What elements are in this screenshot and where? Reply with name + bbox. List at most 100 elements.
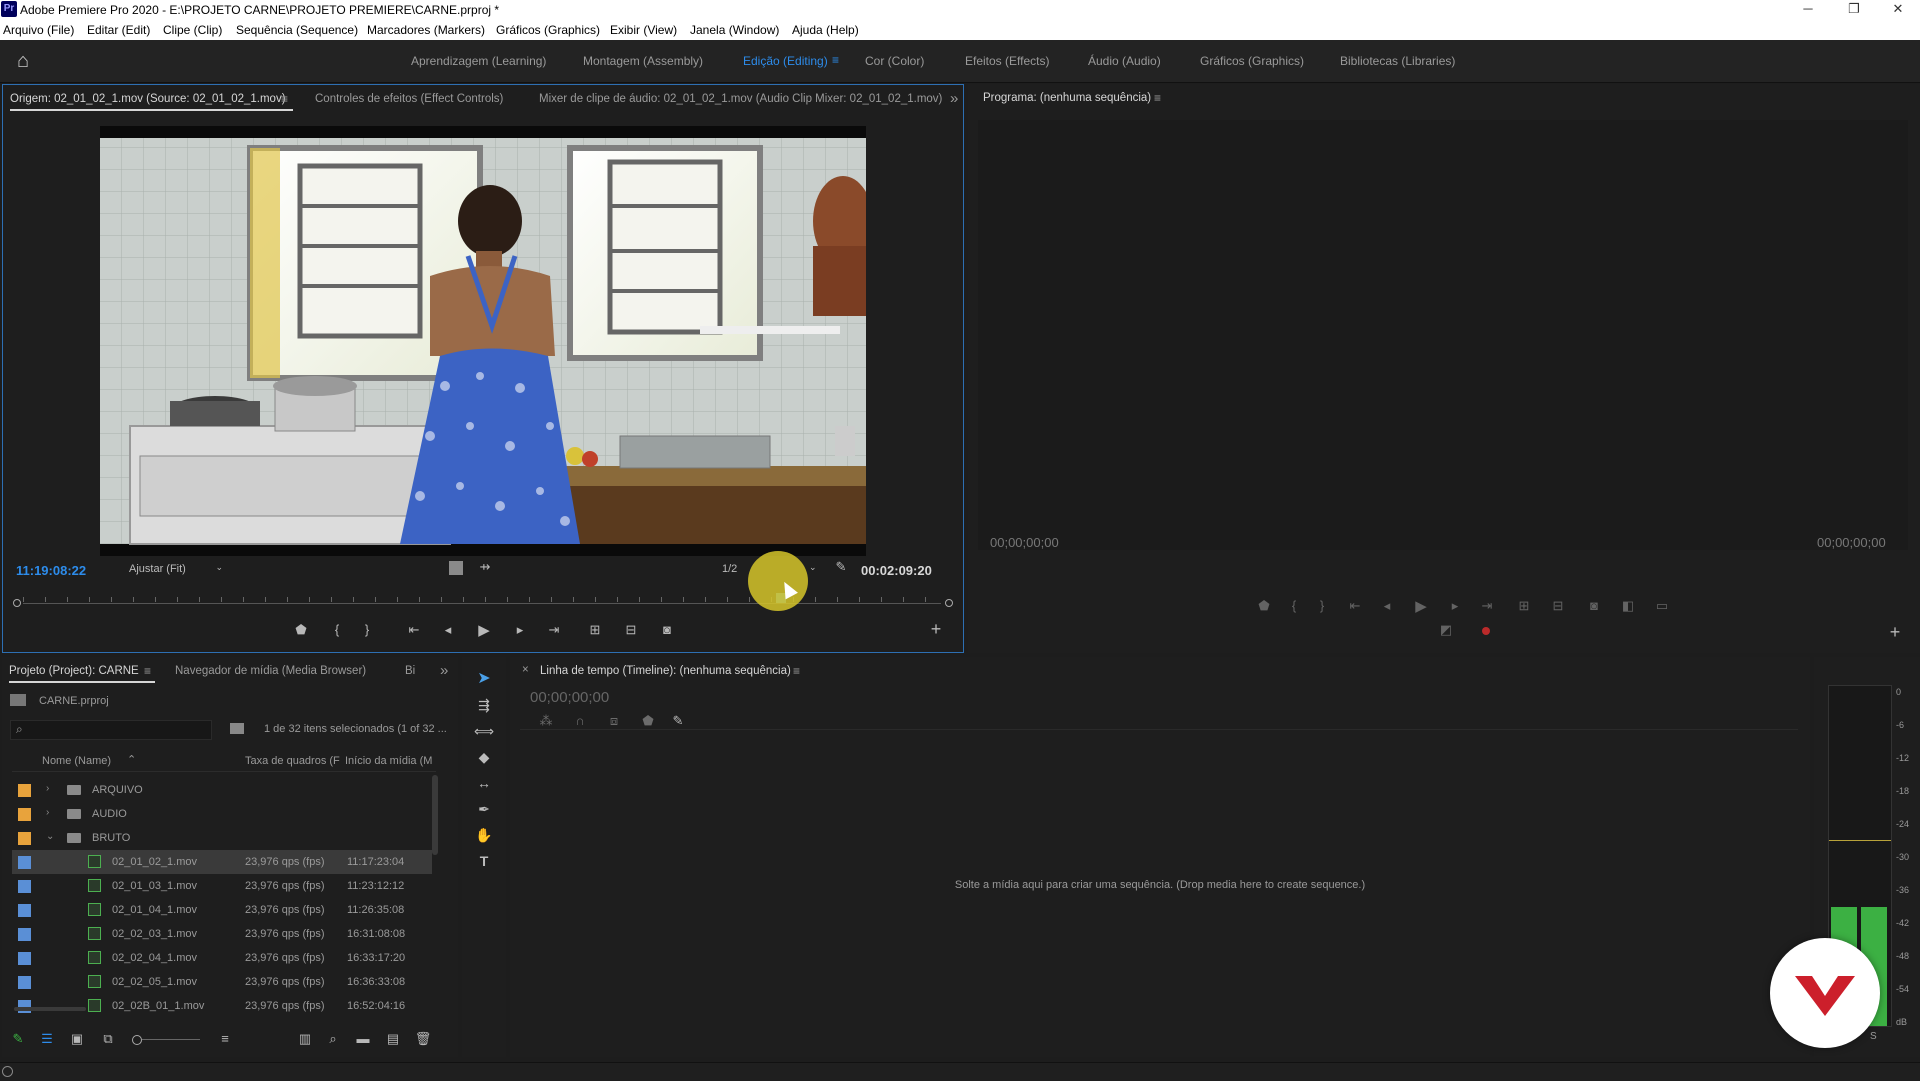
fit-dropdown[interactable]: Ajustar (Fit) ⌄ [123, 560, 227, 578]
go-to-out-icon[interactable]: ⇥ [1478, 598, 1496, 614]
menu-exibir[interactable]: Exibir (View) [610, 23, 677, 37]
label-color-chip[interactable] [18, 952, 31, 965]
zoom-slider-track[interactable] [142, 1039, 200, 1040]
slip-tool-icon[interactable]: ↔ [474, 773, 494, 793]
comparison-view-icon[interactable]: ◧ [1618, 598, 1638, 614]
add-marker-icon[interactable]: ⬟ [640, 713, 656, 729]
close-tab-icon[interactable]: × [522, 664, 529, 676]
button-editor-plus-icon[interactable]: + [1886, 622, 1904, 643]
label-color-chip[interactable] [18, 904, 31, 917]
mark-out-icon[interactable]: } [359, 622, 375, 637]
tab-program[interactable]: Programa: (nenhuma sequência) [983, 92, 1151, 104]
project-bin-row[interactable]: ⌄ BRUTO [12, 826, 432, 850]
icon-view-icon[interactable]: ▣ [68, 1031, 86, 1047]
project-horizontal-scrollbar[interactable] [14, 1007, 86, 1011]
automate-to-sequence-icon[interactable]: ▥ [296, 1031, 314, 1047]
mark-in-icon[interactable]: { [1286, 598, 1302, 613]
ripple-edit-tool-icon[interactable]: ⟺ [474, 721, 494, 741]
new-bin-from-search-icon[interactable] [230, 723, 244, 734]
find-icon[interactable]: ⌕ [324, 1031, 342, 1047]
mark-in-icon[interactable]: { [329, 622, 345, 637]
menu-janela[interactable]: Janela (Window) [690, 23, 779, 37]
pen-write-icon[interactable]: ✎ [10, 1031, 26, 1047]
trash-icon[interactable]: 🗑 [414, 1031, 432, 1047]
tab-timeline[interactable]: Linha de tempo (Timeline): (nenhuma sequ… [540, 665, 791, 677]
go-to-in-icon[interactable]: ⇤ [1346, 598, 1364, 614]
settings-marker-icon[interactable] [449, 561, 463, 575]
chevron-right-icon[interactable]: › [46, 807, 49, 818]
project-bin-row[interactable]: › AUDIO [12, 802, 432, 826]
add-marker-icon[interactable]: ⬟ [1256, 598, 1272, 614]
workspace-color[interactable]: Cor (Color) [865, 54, 924, 68]
export-frame-icon[interactable]: ◙ [1584, 598, 1604, 613]
play-icon[interactable]: ▶ [475, 621, 493, 639]
step-back-icon[interactable]: ◂ [1378, 598, 1396, 614]
workspace-assembly[interactable]: Montagem (Assembly) [583, 54, 703, 68]
selection-tool-icon[interactable]: ➤ [474, 669, 494, 689]
timeline-settings-wrench-icon[interactable]: ✎ [670, 713, 686, 729]
source-playhead-timecode[interactable]: 11:19:08:22 [16, 563, 86, 578]
zoom-slider-handle[interactable] [132, 1035, 142, 1045]
label-color-chip[interactable] [18, 928, 31, 941]
project-tab-menu-icon[interactable]: ≡ [144, 664, 151, 678]
drag-video-icon[interactable]: ⇸ [477, 559, 493, 575]
tab-bin[interactable]: Bi [405, 665, 415, 677]
overwrite-icon[interactable]: ⊟ [621, 622, 641, 638]
pen-tool-icon[interactable]: ✒ [474, 799, 494, 819]
workspace-libraries[interactable]: Bibliotecas (Libraries) [1340, 54, 1455, 68]
tab-audio-clip-mixer[interactable]: Mixer de clipe de áudio: 02_01_02_1.mov … [539, 93, 942, 105]
menu-graficos[interactable]: Gráficos (Graphics) [496, 23, 600, 37]
label-color-chip[interactable] [18, 784, 31, 797]
nest-sequence-icon[interactable]: ⁂ [538, 713, 554, 729]
hand-tool-icon[interactable]: ✋ [474, 825, 494, 845]
column-name[interactable]: Nome (Name) [42, 755, 111, 767]
step-forward-icon[interactable]: ▸ [1446, 598, 1464, 614]
button-editor-plus-icon[interactable]: + [927, 619, 945, 640]
new-bin-icon[interactable]: ▬ [354, 1031, 372, 1046]
column-frame-rate[interactable]: Taxa de quadros (F [245, 755, 340, 767]
lift-icon[interactable]: ⊞ [1514, 598, 1534, 614]
label-color-chip[interactable] [18, 976, 31, 989]
record-icon[interactable] [1482, 627, 1490, 635]
ruler-start-handle[interactable] [13, 599, 21, 607]
timeline-tab-menu-icon[interactable]: ≡ [793, 664, 800, 678]
tab-effect-controls[interactable]: Controles de efeitos (Effect Controls) [315, 93, 503, 105]
minimize-button[interactable]: ─ [1786, 0, 1830, 20]
tab-project[interactable]: Projeto (Project): CARNE [9, 665, 139, 677]
more-panels-icon[interactable]: » [440, 662, 448, 679]
menu-clipe[interactable]: Clipe (Clip) [163, 23, 222, 37]
tab-source[interactable]: Origem: 02_01_02_1.mov (Source: 02_01_02… [10, 93, 286, 105]
project-clip-row[interactable]: 02_01_03_1.mov 23,976 qps (fps) 11:23:12:1… [12, 874, 432, 898]
vr-video-icon[interactable]: ◩ [1438, 622, 1454, 638]
workspace-graphics[interactable]: Gráficos (Graphics) [1200, 54, 1304, 68]
project-clip-row[interactable]: 02_01_02_1.mov 23,976 qps (fps) 11:17:23:0… [12, 850, 432, 874]
tab-media-browser[interactable]: Navegador de mídia (Media Browser) [175, 665, 366, 677]
go-to-out-icon[interactable]: ⇥ [545, 622, 563, 638]
track-select-tool-icon[interactable]: ⇶ [474, 695, 494, 715]
snap-icon[interactable]: ∩ [572, 713, 588, 728]
program-tab-menu-icon[interactable]: ≡ [1154, 91, 1161, 105]
workspace-effects[interactable]: Efeitos (Effects) [965, 54, 1049, 68]
ruler-end-handle[interactable] [945, 599, 953, 607]
freeform-view-icon[interactable]: ⧉ [98, 1031, 118, 1047]
project-search-input[interactable]: ⌕ [10, 720, 212, 740]
more-panels-icon[interactable]: » [950, 90, 958, 107]
label-color-chip[interactable] [18, 832, 31, 845]
type-tool-icon[interactable]: T [474, 851, 494, 871]
add-marker-icon[interactable]: ⬟ [293, 622, 309, 638]
step-forward-icon[interactable]: ▸ [511, 622, 529, 638]
column-media-start[interactable]: Início da mídia (M [345, 755, 432, 767]
menu-editar[interactable]: Editar (Edit) [87, 23, 150, 37]
project-bin-row[interactable]: › ARQUIVO [12, 778, 432, 802]
label-color-chip[interactable] [18, 880, 31, 893]
source-time-ruler[interactable] [13, 593, 953, 611]
label-color-chip[interactable] [18, 856, 31, 869]
restore-button[interactable]: ❐ [1832, 0, 1876, 20]
wrench-icon[interactable]: ✎ [833, 559, 849, 575]
project-clip-row[interactable]: 02_01_04_1.mov 23,976 qps (fps) 11:26:35:0… [12, 898, 432, 922]
play-icon[interactable]: ▶ [1412, 597, 1430, 615]
workspace-learning[interactable]: Aprendizagem (Learning) [411, 54, 546, 68]
workspace-audio[interactable]: Áudio (Audio) [1088, 54, 1161, 68]
new-item-icon[interactable]: ▤ [384, 1031, 402, 1047]
workspace-editing[interactable]: Edição (Editing) [743, 54, 828, 68]
